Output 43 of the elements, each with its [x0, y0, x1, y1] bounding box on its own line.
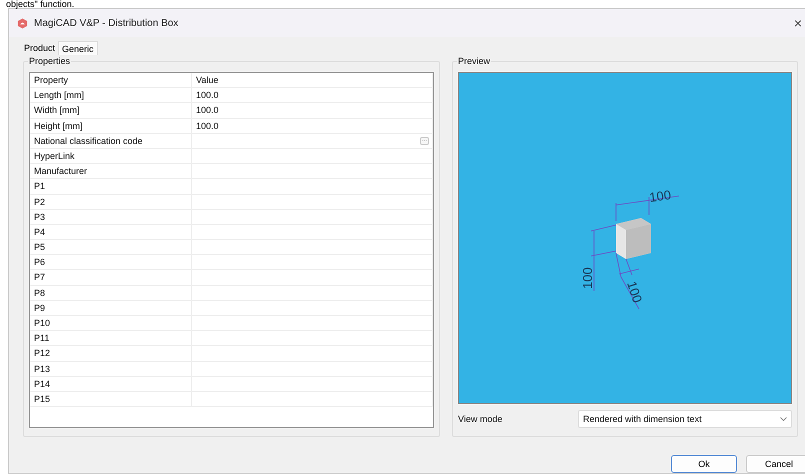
view-mode-dropdown[interactable]: Rendered with dimension text	[578, 410, 792, 428]
value-cell: 100.0	[196, 90, 219, 100]
app-logo-icon	[17, 18, 28, 28]
cube-drawing	[616, 218, 651, 259]
property-cell: P2	[30, 194, 192, 209]
property-cell: P12	[30, 346, 192, 361]
dialog-button[interactable]: Cancel	[746, 455, 805, 473]
property-cell: Manufacturer	[30, 164, 192, 178]
property-cell: HyperLink	[30, 148, 192, 164]
property-cell: Width [mm]	[30, 103, 192, 118]
property-cell: P9	[30, 300, 192, 315]
dimension-text: 100	[648, 187, 672, 205]
property-cell: P6	[30, 255, 192, 270]
property-cell: National classification code	[30, 134, 192, 148]
close-button[interactable]: ×	[794, 15, 802, 31]
property-cell: P11	[30, 331, 192, 346]
property-cell: P14	[30, 376, 192, 391]
group-title: Properties	[28, 56, 72, 67]
property-cell: Height [mm]	[30, 118, 192, 133]
column-header: Property	[30, 73, 192, 88]
property-cell: P1	[30, 179, 192, 194]
property-cell: P8	[30, 286, 192, 300]
column-header: Value	[192, 73, 433, 88]
value-cell: 100.0	[196, 105, 219, 116]
tab[interactable]: Generic	[58, 41, 98, 55]
property-cell: P5	[30, 240, 192, 254]
property-cell: P4	[30, 224, 192, 240]
document-text: objects" function.	[5, 0, 76, 8]
property-cell: P3	[30, 210, 192, 224]
property-cell: P7	[30, 270, 192, 285]
property-cell: P15	[30, 392, 192, 406]
view-mode-label: View mode	[458, 414, 504, 424]
property-cell: P10	[30, 316, 192, 330]
tab[interactable]: Product	[21, 41, 58, 55]
property-cell: Length [mm]	[30, 88, 192, 102]
window-title: MagiCAD V&P - Distribution Box	[34, 18, 180, 28]
value-cell: 100.0	[196, 120, 219, 131]
chevron-down-icon	[780, 417, 787, 421]
property-cell: P13	[30, 362, 192, 376]
dimension-text: 100	[580, 267, 595, 289]
group-title: Preview	[457, 56, 492, 67]
dialog-button[interactable]: Ok	[671, 455, 737, 473]
dimension-text: 100	[624, 279, 646, 305]
